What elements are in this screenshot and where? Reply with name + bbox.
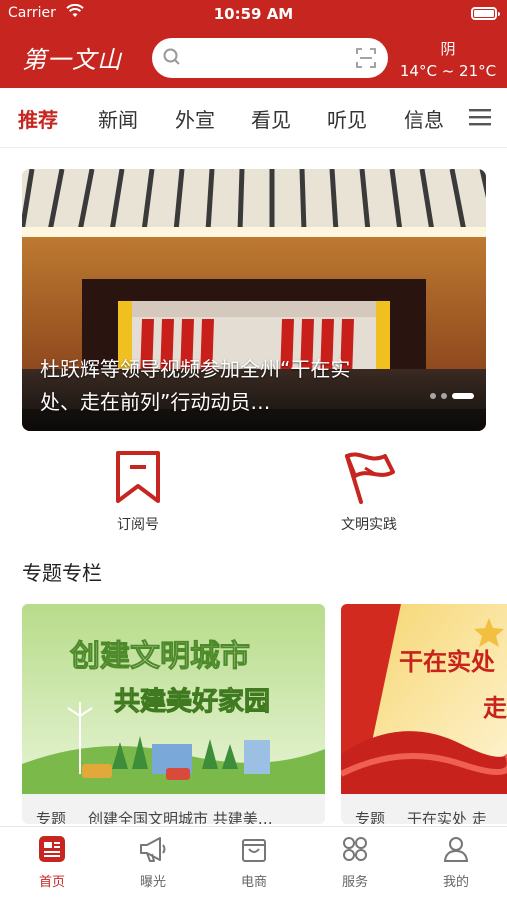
app-logo[interactable]: 第一文山 bbox=[22, 40, 122, 75]
tabbar-label: 首页 bbox=[38, 875, 65, 890]
tab-publicity[interactable]: 外宣 bbox=[175, 104, 215, 133]
search-bar[interactable] bbox=[152, 38, 388, 78]
battery-icon bbox=[471, 7, 500, 20]
category-tabs: 推荐 新闻 外宣 看见 听见 信息 bbox=[0, 88, 507, 148]
grid-services-icon bbox=[341, 837, 369, 867]
card-image-text: 干在实处 bbox=[399, 647, 495, 676]
bookmark-icon bbox=[114, 451, 162, 508]
search-input[interactable] bbox=[190, 46, 340, 70]
card-image-text: 共建美好家园 bbox=[114, 686, 270, 717]
topic-card-text: 专题 干在实处 走 bbox=[355, 808, 487, 824]
carousel-dot[interactable] bbox=[430, 393, 436, 399]
topic-card[interactable]: 干在实处 走 专题 干在实处 走 bbox=[341, 604, 507, 824]
shortcut-label: 订阅号 bbox=[117, 517, 159, 533]
tabbar-services[interactable]: 服务 bbox=[315, 835, 395, 890]
carousel-dot[interactable] bbox=[441, 393, 447, 399]
weather-temperature: 14°C ~ 21°C bbox=[399, 62, 497, 80]
section-title: 专题专栏 bbox=[22, 561, 102, 585]
topic-tag: 专题 bbox=[355, 810, 386, 824]
tabbar-label: 我的 bbox=[442, 875, 469, 890]
shortcut-label: 文明实践 bbox=[341, 517, 397, 533]
weather-condition: 阴 bbox=[440, 40, 456, 58]
menu-icon[interactable] bbox=[469, 108, 491, 130]
megaphone-icon bbox=[138, 837, 168, 867]
tab-hear[interactable]: 听见 bbox=[327, 104, 367, 133]
topic-card-text: 专题 创建全国文明城市 共建美… bbox=[36, 808, 273, 824]
card-image-text: 创建文明城市 bbox=[69, 639, 250, 674]
carousel-dot-active[interactable] bbox=[452, 393, 474, 399]
tabbar-ecommerce[interactable]: 电商 bbox=[214, 835, 294, 890]
tabbar-home[interactable]: 首页 bbox=[12, 835, 92, 890]
topic-title: 创建全国文明城市 共建美… bbox=[88, 810, 273, 824]
shopping-bag-icon bbox=[240, 839, 268, 867]
tabbar-label: 服务 bbox=[341, 875, 368, 890]
user-icon bbox=[442, 837, 470, 867]
banner-caption: 杜跃辉等领导视频参加全州“干在实处、走在前列”行动动员… bbox=[40, 357, 351, 414]
clock: 10:59 AM bbox=[213, 5, 294, 23]
banner-carousel[interactable]: 杜跃辉等领导视频参加全州“干在实处、走在前列”行动动员… bbox=[22, 169, 486, 431]
search-icon bbox=[162, 47, 182, 71]
shortcut-civilization-practice[interactable]: 文明实践 bbox=[309, 450, 429, 534]
topic-card[interactable]: 创建文明城市 共建美好家园 专题 创建全国文明城市 共建美… bbox=[22, 604, 325, 824]
topic-card-image: 干在实处 走 bbox=[341, 604, 507, 794]
tab-recommend[interactable]: 推荐 bbox=[18, 104, 58, 133]
topic-card-image: 创建文明城市 共建美好家园 bbox=[22, 604, 325, 794]
flag-icon bbox=[341, 452, 397, 508]
scan-icon[interactable] bbox=[356, 48, 376, 72]
carousel-indicator bbox=[425, 393, 474, 399]
card-image-text: 走 bbox=[483, 693, 507, 722]
weather-widget[interactable]: 阴 14°C ~ 21°C bbox=[398, 38, 498, 82]
tab-see[interactable]: 看见 bbox=[251, 104, 291, 133]
header-bar: Carrier 10:59 AM 第一文山 阴 14°C ~ 21°C bbox=[0, 0, 507, 88]
shortcut-subscriptions[interactable]: 订阅号 bbox=[78, 450, 198, 534]
topic-tag: 专题 bbox=[36, 810, 67, 824]
tabbar-label: 电商 bbox=[240, 875, 267, 890]
tabbar-label: 曝光 bbox=[139, 875, 166, 890]
topic-title: 干在实处 走 bbox=[407, 810, 487, 824]
tab-info[interactable]: 信息 bbox=[404, 104, 444, 133]
bottom-tab-bar: 首页 曝光 电商 服务 我的 bbox=[0, 826, 507, 900]
home-news-icon bbox=[38, 836, 66, 867]
tabbar-profile[interactable]: 我的 bbox=[416, 835, 496, 890]
status-bar: Carrier 10:59 AM bbox=[0, 0, 507, 28]
tab-news[interactable]: 新闻 bbox=[98, 104, 138, 133]
tabbar-exposure[interactable]: 曝光 bbox=[113, 835, 193, 890]
